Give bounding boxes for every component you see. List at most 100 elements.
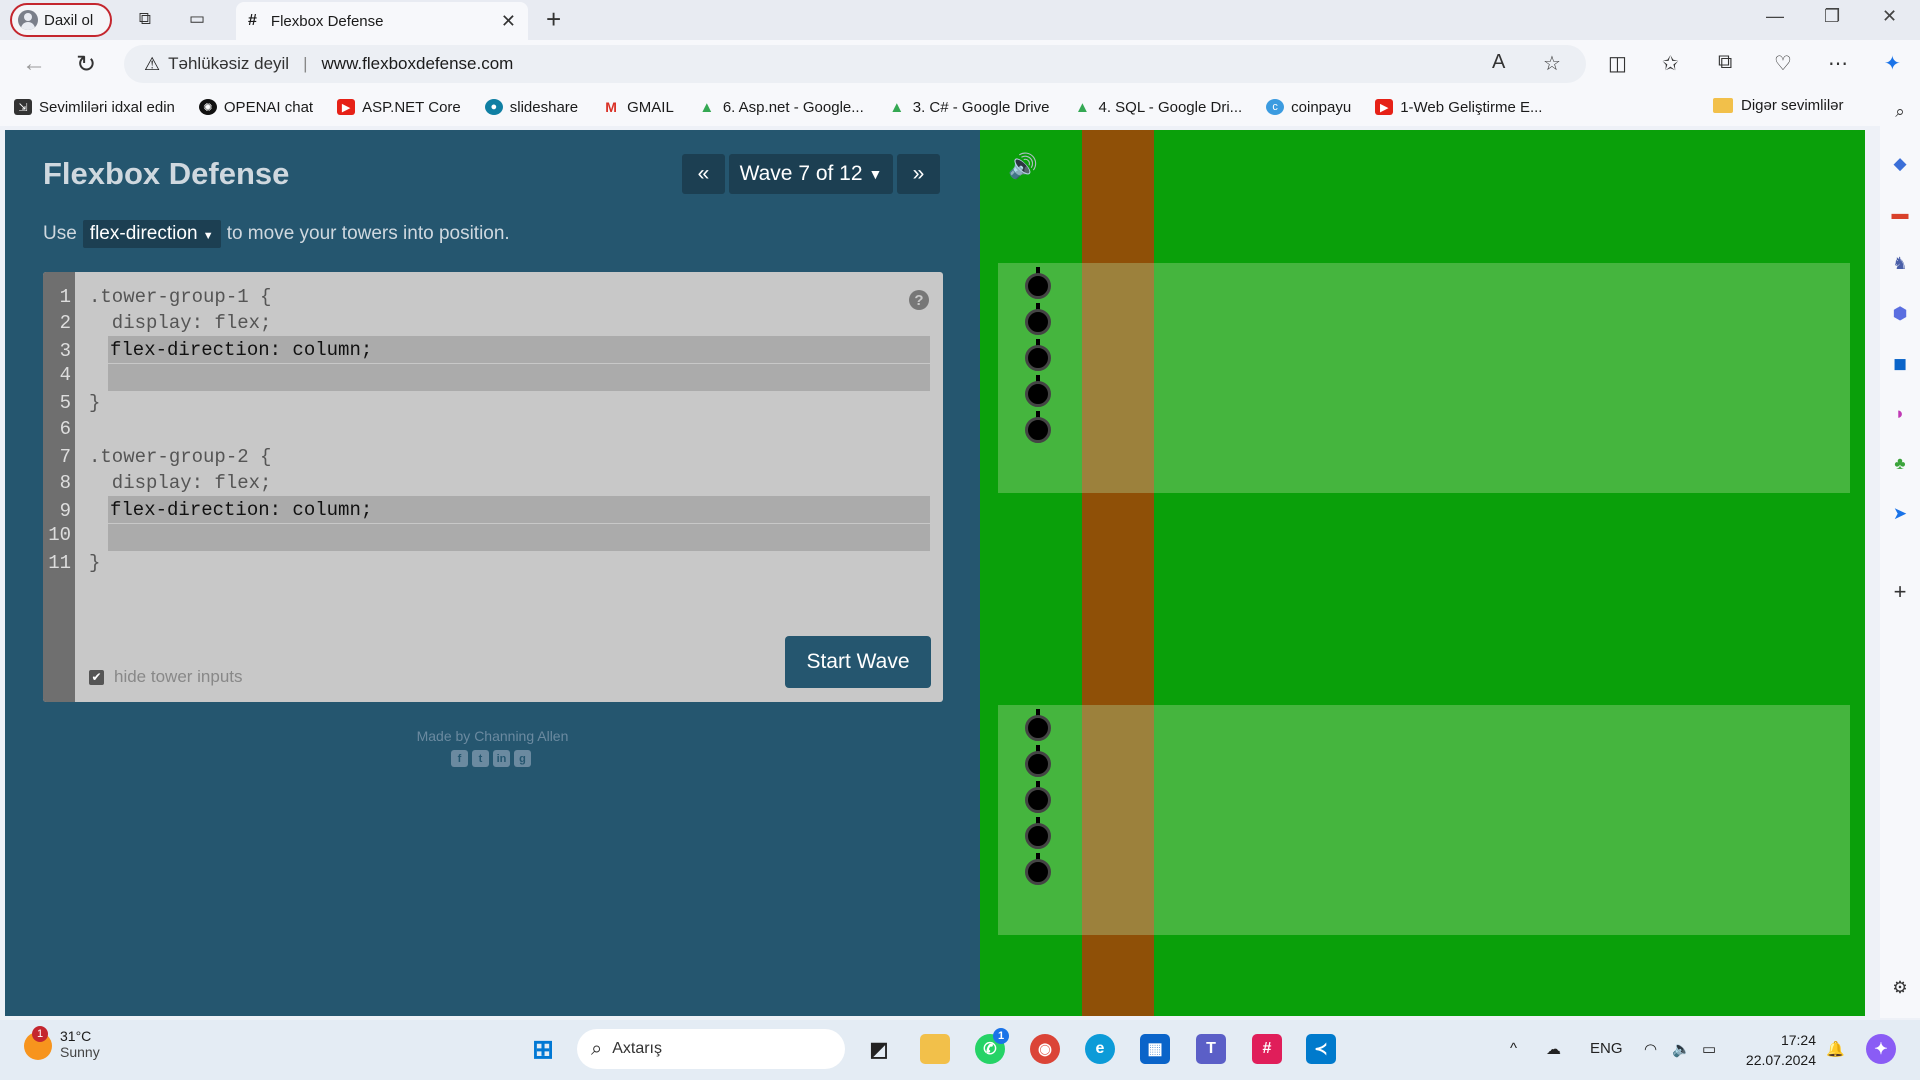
youtube-icon: ▶	[337, 99, 356, 115]
store-icon[interactable]: ▦	[1140, 1034, 1170, 1064]
back-icon[interactable]: ←	[22, 50, 46, 78]
read-aloud-icon[interactable]: A	[1492, 51, 1505, 74]
volume-icon[interactable]: 🔈	[1672, 1040, 1691, 1058]
slack-icon[interactable]: #	[1252, 1034, 1282, 1064]
notification-bell-icon[interactable]: 🔔	[1826, 1040, 1845, 1058]
close-tab-icon[interactable]: ✕	[501, 11, 516, 32]
other-bookmarks[interactable]: Digər sevimlilər	[1713, 97, 1844, 114]
vscode-icon[interactable]: ≺	[1306, 1034, 1336, 1064]
bookmark-item[interactable]: ⇲ Sevimliləri idxal edin	[14, 99, 175, 116]
page-title: Flexbox Defense	[43, 156, 290, 191]
shopping-tag-icon[interactable]: ◆	[1890, 154, 1910, 174]
github-icon[interactable]: g	[514, 750, 531, 767]
temperature: 31°C	[60, 1028, 92, 1044]
slideshare-icon: ●	[484, 99, 503, 115]
workspaces-icon[interactable]: ⧉	[134, 8, 156, 30]
more-menu-icon[interactable]: ⋯	[1828, 51, 1848, 76]
bookmark-item[interactable]: ✺ OPENAI chat	[198, 99, 313, 116]
social-links: f t in g	[451, 750, 531, 767]
minimize-icon[interactable]: —	[1766, 6, 1784, 27]
onedrive-icon[interactable]: ☁	[1546, 1040, 1561, 1058]
settings-gear-icon[interactable]: ⚙	[1890, 978, 1910, 998]
bookmark-item[interactable]: ▲ 4. SQL - Google Dri...	[1073, 99, 1242, 116]
profile-button[interactable]: Daxil ol	[10, 3, 112, 37]
bookmark-item[interactable]: ▲ 3. C# - Google Drive	[888, 99, 1049, 116]
weather-widget[interactable]: 1 31°C Sunny	[24, 1026, 100, 1060]
tower	[1022, 853, 1054, 887]
new-tab-icon[interactable]: +	[546, 4, 561, 35]
clock[interactable]: 17:24 22.07.2024	[1740, 1030, 1816, 1070]
search-icon[interactable]: ⌕	[1890, 102, 1910, 122]
tab-flexbox-defense[interactable]: # Flexbox Defense ✕	[236, 2, 528, 40]
browser-essentials-icon[interactable]: ♡	[1774, 51, 1792, 76]
hide-tower-inputs-toggle[interactable]: ✔ hide tower inputs	[89, 667, 243, 687]
favorites-icon[interactable]: ✩	[1662, 51, 1679, 76]
copilot-icon[interactable]: ✦	[1884, 51, 1901, 76]
sound-icon[interactable]: 🔊	[1008, 152, 1038, 181]
start-windows-icon[interactable]: ⊞	[528, 1034, 558, 1064]
profile-label: Daxil ol	[44, 11, 94, 29]
css-input-line-10[interactable]	[108, 524, 930, 551]
line-number-gutter: 1 2 3 4 5 6 7 8 9 10 11	[43, 272, 75, 702]
url-field[interactable]: ⚠ Təhlükəsiz deyil | www.flexboxdefense.…	[124, 45, 1586, 83]
microsoft365-icon[interactable]: ⬢	[1890, 304, 1910, 324]
line-number: 4	[59, 364, 71, 386]
bookmark-item[interactable]: M GMAIL	[602, 99, 674, 116]
previous-wave-button[interactable]: «	[682, 154, 725, 194]
page-content: Flexbox Defense « Wave 7 of 12 ▼ » Use f…	[5, 130, 1865, 1016]
favorite-star-icon[interactable]: ☆	[1543, 51, 1561, 76]
checkbox-checked-icon[interactable]: ✔	[89, 669, 104, 685]
vertical-tabs-icon[interactable]: ▭	[186, 8, 208, 30]
next-wave-button[interactable]: »	[897, 154, 940, 194]
bookmark-item[interactable]: ▶ 1-Web Geliştirme E...	[1375, 99, 1542, 116]
refresh-icon[interactable]: ↻	[76, 50, 96, 79]
tower-group-2	[998, 705, 1850, 935]
code-editor: 1 2 3 4 5 6 7 8 9 10 11 .tower-group-1 {…	[43, 272, 943, 702]
language-indicator[interactable]: ENG	[1590, 1040, 1623, 1057]
help-icon[interactable]: ?	[909, 290, 929, 310]
file-explorer-icon[interactable]	[920, 1034, 950, 1064]
code-line: }	[89, 552, 101, 574]
twitter-icon[interactable]: t	[472, 750, 489, 767]
tree-icon[interactable]: ♣	[1890, 454, 1910, 474]
gmail-icon: M	[605, 99, 617, 115]
start-wave-button[interactable]: Start Wave	[785, 636, 931, 688]
property-dropdown[interactable]: flex-direction ▼	[82, 220, 221, 248]
bookmark-item[interactable]: ▶ ASP.NET Core	[337, 99, 461, 116]
collections-icon[interactable]: ⧉	[1718, 51, 1732, 74]
edge-icon[interactable]: e	[1085, 1034, 1115, 1064]
chrome-icon[interactable]: ◉	[1030, 1034, 1060, 1064]
import-icon: ⇲	[14, 99, 32, 115]
tools-icon[interactable]: ▬	[1890, 204, 1910, 224]
games-icon[interactable]: ♞	[1890, 254, 1910, 274]
search-placeholder: Axtarış	[612, 1040, 662, 1057]
split-screen-icon[interactable]: ◫	[1608, 51, 1627, 76]
taskbar-search[interactable]: ⌕ Axtarış	[577, 1029, 845, 1069]
task-view-icon[interactable]: ◩	[864, 1034, 894, 1064]
bookmark-item[interactable]: c coinpayu	[1266, 99, 1351, 116]
bookmark-item[interactable]: ▲ 6. Asp.net - Google...	[698, 99, 863, 116]
show-hidden-icons-icon[interactable]: ^	[1510, 1040, 1517, 1057]
wifi-icon[interactable]: ◠	[1644, 1040, 1657, 1058]
teams-icon[interactable]: T	[1196, 1034, 1226, 1064]
security-label[interactable]: Təhlükəsiz deyil	[168, 54, 289, 74]
css-input-line-9[interactable]: flex-direction: column;	[108, 496, 930, 523]
url-text[interactable]: www.flexboxdefense.com	[322, 54, 514, 74]
wave-selector[interactable]: Wave 7 of 12 ▼	[729, 154, 893, 194]
warning-icon: ⚠	[144, 53, 161, 74]
coinpayu-icon: c	[1266, 99, 1285, 115]
linkedin-icon[interactable]: in	[493, 750, 510, 767]
send-icon[interactable]: ➤	[1890, 504, 1910, 524]
css-input-line-4[interactable]	[108, 364, 930, 391]
close-window-icon[interactable]: ✕	[1882, 6, 1897, 27]
add-sidebar-icon[interactable]: +	[1890, 579, 1910, 604]
copilot-taskbar-icon[interactable]: ✦	[1866, 1034, 1896, 1064]
restore-icon[interactable]: ❐	[1824, 6, 1840, 27]
battery-icon[interactable]: ▭	[1702, 1040, 1716, 1058]
outlook-icon[interactable]: ◼	[1890, 354, 1910, 374]
whatsapp-icon[interactable]: ✆ 1	[975, 1028, 1009, 1064]
css-input-line-3[interactable]: flex-direction: column;	[108, 336, 930, 363]
designer-icon[interactable]: ◗	[1890, 404, 1910, 424]
bookmark-item[interactable]: ● slideshare	[484, 99, 578, 116]
facebook-icon[interactable]: f	[451, 750, 468, 767]
